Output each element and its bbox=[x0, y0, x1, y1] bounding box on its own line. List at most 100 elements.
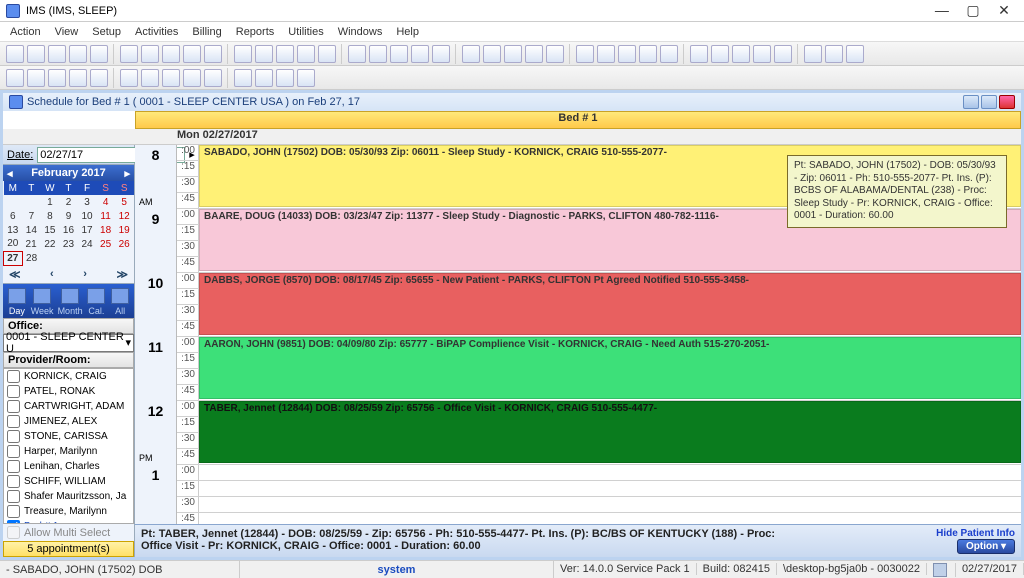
hide-patient-info-link[interactable]: Hide Patient Info bbox=[936, 528, 1015, 539]
toolbar-button[interactable] bbox=[639, 45, 657, 63]
month-prev-icon[interactable]: ◂ bbox=[7, 167, 13, 180]
toolbar-button[interactable] bbox=[846, 45, 864, 63]
toolbar-button[interactable] bbox=[618, 45, 636, 63]
toolbar-button[interactable] bbox=[774, 45, 792, 63]
provider-list[interactable]: KORNICK, CRAIG PATEL, RONAK CARTWRIGHT, … bbox=[3, 368, 134, 525]
provider-item[interactable]: CARTWRIGHT, ADAM bbox=[4, 399, 133, 414]
subwindow-title: Schedule for Bed # 1 ( 0001 - SLEEP CENT… bbox=[27, 96, 360, 108]
provider-item[interactable]: Treasure, Marilynn bbox=[4, 504, 133, 519]
toolbar-button[interactable] bbox=[69, 45, 87, 63]
toolbar-button[interactable] bbox=[204, 69, 222, 87]
provider-item[interactable]: KORNICK, CRAIG bbox=[4, 369, 133, 384]
toolbar-button[interactable] bbox=[825, 45, 843, 63]
cal-prev-year-icon[interactable]: ≪ bbox=[9, 268, 21, 281]
cal-next-month-icon[interactable]: › bbox=[83, 268, 87, 281]
schedule-grid: 8AM:00:15:30:45SABADO, JOHN (17502) DOB:… bbox=[135, 145, 1021, 557]
office-select[interactable]: 0001 - SLEEP CENTER U▾ bbox=[3, 334, 134, 352]
subwin-minimize-button[interactable] bbox=[963, 95, 979, 109]
toolbar-button[interactable] bbox=[276, 69, 294, 87]
provider-item[interactable]: PATEL, RONAK bbox=[4, 384, 133, 399]
toolbar-button[interactable] bbox=[141, 69, 159, 87]
toolbar-button[interactable] bbox=[255, 69, 273, 87]
toolbar-button[interactable] bbox=[390, 45, 408, 63]
day-header: Mon 02/27/2017 bbox=[3, 129, 1021, 145]
cal-next-year-icon[interactable]: ≫ bbox=[116, 268, 128, 281]
toolbar-button[interactable] bbox=[462, 45, 480, 63]
appointment-block[interactable]: AARON, JOHN (9851) DOB: 04/09/80 Zip: 65… bbox=[199, 337, 1021, 399]
toolbar-button[interactable] bbox=[120, 45, 138, 63]
toolbar-button[interactable] bbox=[90, 45, 108, 63]
provider-item[interactable]: SCHIFF, WILLIAM bbox=[4, 474, 133, 489]
toolbar-button[interactable] bbox=[660, 45, 678, 63]
toolbar-button[interactable] bbox=[732, 45, 750, 63]
toolbar-button[interactable] bbox=[162, 69, 180, 87]
toolbar-button[interactable] bbox=[276, 45, 294, 63]
toolbar-button[interactable] bbox=[546, 45, 564, 63]
schedule-grid-body[interactable]: 8AM:00:15:30:45SABADO, JOHN (17502) DOB:… bbox=[135, 145, 1021, 524]
toolbar-button[interactable] bbox=[204, 45, 222, 63]
toolbar-button[interactable] bbox=[753, 45, 771, 63]
toolbar-button[interactable] bbox=[297, 69, 315, 87]
provider-item[interactable]: Harper, Marilynn bbox=[4, 444, 133, 459]
view-tab-all[interactable]: All bbox=[110, 288, 130, 316]
view-tab-day[interactable]: Day bbox=[7, 288, 27, 316]
menu-reports[interactable]: Reports bbox=[236, 26, 275, 38]
toolbar-button[interactable] bbox=[318, 45, 336, 63]
toolbar-button[interactable] bbox=[711, 45, 729, 63]
view-tab-month[interactable]: Month bbox=[58, 288, 83, 316]
toolbar-button[interactable] bbox=[297, 45, 315, 63]
menu-help[interactable]: Help bbox=[396, 26, 419, 38]
toolbar-button[interactable] bbox=[162, 45, 180, 63]
appointment-block[interactable]: TABER, Jennet (12844) DOB: 08/25/59 Zip:… bbox=[199, 401, 1021, 463]
menu-utilities[interactable]: Utilities bbox=[288, 26, 323, 38]
toolbar-button[interactable] bbox=[504, 45, 522, 63]
provider-item[interactable]: STONE, CARISSA bbox=[4, 429, 133, 444]
view-tab-cal.[interactable]: Cal. bbox=[87, 288, 107, 316]
toolbar-button[interactable] bbox=[597, 45, 615, 63]
toolbar-button[interactable] bbox=[141, 45, 159, 63]
appointment-block[interactable]: DABBS, JORGE (8570) DOB: 08/17/45 Zip: 6… bbox=[199, 273, 1021, 335]
cal-prev-month-icon[interactable]: ‹ bbox=[50, 268, 54, 281]
toolbar-button[interactable] bbox=[27, 69, 45, 87]
toolbar-button[interactable] bbox=[90, 69, 108, 87]
menu-setup[interactable]: Setup bbox=[92, 26, 121, 38]
subwin-maximize-button[interactable] bbox=[981, 95, 997, 109]
toolbar-button[interactable] bbox=[369, 45, 387, 63]
close-button[interactable]: ✕ bbox=[990, 2, 1018, 19]
toolbar-button[interactable] bbox=[27, 45, 45, 63]
toolbar-button[interactable] bbox=[120, 69, 138, 87]
toolbar-button[interactable] bbox=[234, 45, 252, 63]
calendar[interactable]: MTWTFSS123456789101112131415161718192021… bbox=[3, 181, 134, 266]
toolbar-button[interactable] bbox=[69, 69, 87, 87]
toolbar-button[interactable] bbox=[348, 45, 366, 63]
subwin-close-button[interactable] bbox=[999, 95, 1015, 109]
toolbar-button[interactable] bbox=[6, 45, 24, 63]
toolbar-button[interactable] bbox=[525, 45, 543, 63]
toolbar-button[interactable] bbox=[183, 69, 201, 87]
minimize-button[interactable]: — bbox=[928, 2, 956, 18]
view-tab-week[interactable]: Week bbox=[31, 288, 54, 316]
menu-action[interactable]: Action bbox=[10, 26, 41, 38]
provider-item[interactable]: JIMENEZ, ALEX bbox=[4, 414, 133, 429]
maximize-button[interactable]: ▢ bbox=[959, 2, 987, 19]
toolbar-button[interactable] bbox=[576, 45, 594, 63]
toolbar-button[interactable] bbox=[255, 45, 273, 63]
menu-billing[interactable]: Billing bbox=[192, 26, 221, 38]
toolbar-button[interactable] bbox=[6, 69, 24, 87]
month-next-icon[interactable]: ▸ bbox=[124, 167, 130, 180]
provider-item[interactable]: Lenihan, Charles bbox=[4, 459, 133, 474]
menu-windows[interactable]: Windows bbox=[338, 26, 383, 38]
provider-item[interactable]: Shafer Mauritzsson, Ja bbox=[4, 489, 133, 504]
toolbar-button[interactable] bbox=[234, 69, 252, 87]
option-button[interactable]: Option ▾ bbox=[957, 539, 1015, 554]
toolbar-button[interactable] bbox=[48, 69, 66, 87]
toolbar-button[interactable] bbox=[483, 45, 501, 63]
toolbar-button[interactable] bbox=[432, 45, 450, 63]
menu-view[interactable]: View bbox=[55, 26, 79, 38]
toolbar-button[interactable] bbox=[183, 45, 201, 63]
toolbar-button[interactable] bbox=[804, 45, 822, 63]
menu-activities[interactable]: Activities bbox=[135, 26, 178, 38]
toolbar-button[interactable] bbox=[690, 45, 708, 63]
toolbar-button[interactable] bbox=[48, 45, 66, 63]
toolbar-button[interactable] bbox=[411, 45, 429, 63]
